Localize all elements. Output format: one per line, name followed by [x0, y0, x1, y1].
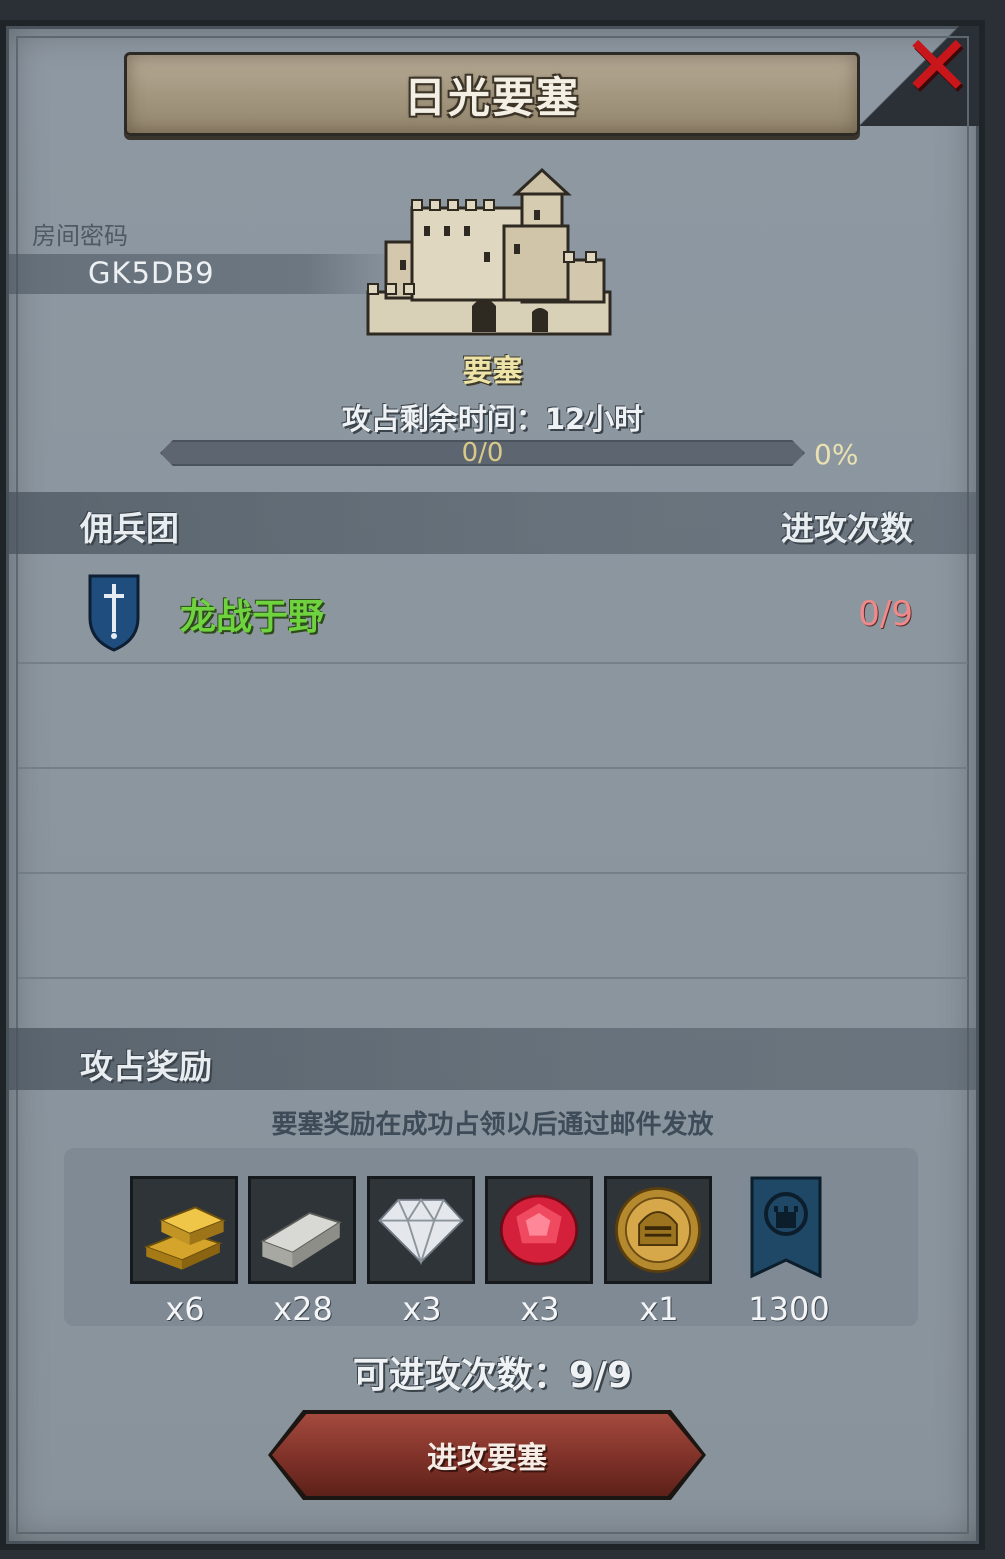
attack-fortress-button[interactable]: 进攻要塞: [272, 1414, 702, 1496]
fortress-banner-icon[interactable]: [750, 1176, 822, 1280]
row-divider: [18, 977, 968, 979]
mercenary-section-title: 佣兵团: [80, 509, 179, 548]
reward-qty: x28: [273, 1290, 333, 1328]
row-divider: [18, 872, 968, 874]
reward-qty: 1300: [748, 1290, 830, 1328]
capture-progress-count: 0/0: [461, 438, 504, 468]
reward-iron-ingot[interactable]: [248, 1176, 356, 1284]
iron-ingot-icon: [260, 1211, 342, 1268]
page-title: 日光要塞: [403, 72, 580, 122]
capture-time-remaining: 攻占剩余时间：12小时: [341, 402, 644, 436]
mercenary-name[interactable]: 龙战于野: [180, 588, 324, 640]
knight-helmet-coin-icon: [615, 1187, 701, 1273]
room-code-label: 房间密码: [32, 222, 128, 250]
row-divider: [18, 767, 968, 769]
reward-diamond[interactable]: [367, 1176, 475, 1284]
fortress-type-label: 要塞: [462, 354, 523, 389]
ruby-icon: [499, 1194, 579, 1266]
row-divider: [18, 662, 968, 664]
attacks-available: 可进攻次数：9/9: [352, 1355, 633, 1396]
rewards-note: 要塞奖励在成功占领以后通过邮件发放: [271, 1110, 714, 1140]
reward-knight-coin[interactable]: [604, 1176, 712, 1284]
fortress-castle-icon: [366, 167, 612, 336]
diamond-icon: [378, 1198, 464, 1266]
mercenary-attack-count: 0/9: [858, 594, 913, 634]
rewards-section-title: 攻占奖励: [80, 1047, 212, 1086]
reward-qty: x3: [402, 1290, 442, 1328]
reward-qty: x3: [520, 1290, 560, 1328]
reward-qty: x6: [165, 1290, 205, 1328]
reward-ruby[interactable]: [485, 1176, 593, 1284]
reward-qty: x1: [639, 1290, 679, 1328]
title-banner: 日光要塞: [124, 52, 860, 136]
close-button[interactable]: ✕: [899, 24, 975, 108]
gold-bars-icon: [143, 1206, 227, 1270]
room-code-value: GK5DB9: [88, 256, 215, 290]
sword-shield-icon: [88, 574, 140, 652]
reward-gold-bars[interactable]: [130, 1176, 238, 1284]
attack-fortress-button-label: 进攻要塞: [427, 1441, 547, 1476]
capture-progress-percent: 0%: [814, 438, 859, 471]
attacks-header: 进攻次数: [781, 509, 913, 548]
